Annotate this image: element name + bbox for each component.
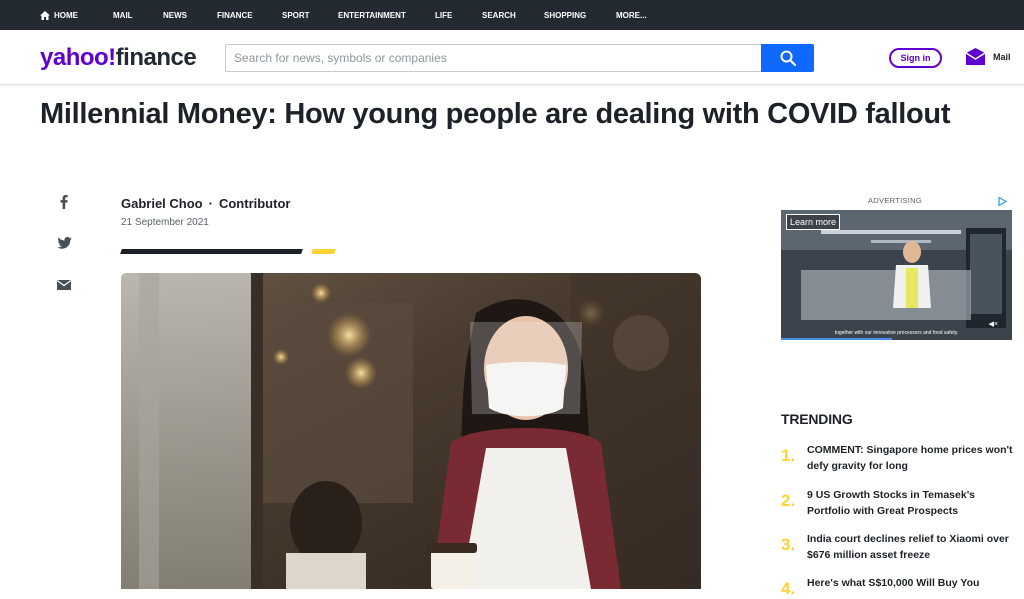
nav-home-label: HOME (54, 10, 78, 20)
trending-rank: 4. (781, 579, 796, 598)
author-role: Contributor (218, 196, 291, 211)
nav-finance[interactable]: FINANCE (217, 11, 282, 20)
logo-yahoo-text: yahoo! (40, 44, 116, 71)
yahoo-finance-logo[interactable]: yahoo!finance (40, 44, 197, 72)
nav-sport[interactable]: SPORT (282, 11, 338, 20)
nav-life[interactable]: LIFE (435, 11, 482, 20)
sign-in-button[interactable]: Sign in (889, 48, 942, 68)
trending-rank: 2. (781, 491, 796, 510)
trending-link[interactable]: COMMENT: Singapore home prices won't def… (807, 442, 1016, 474)
learn-more-button[interactable]: Learn more (786, 214, 841, 230)
nav-mail[interactable]: MAIL (113, 11, 163, 20)
home-icon (40, 10, 50, 20)
trending-link[interactable]: 9 US Growth Stocks in Temasek's Portfoli… (807, 487, 1016, 519)
trending-rank: 3. (781, 535, 796, 554)
search-input[interactable] (225, 44, 763, 72)
article-headline: Millennial Money: How young people are d… (40, 98, 951, 130)
adchoices-icon[interactable] (998, 197, 1007, 206)
mail-label: Mail (993, 51, 1011, 62)
trending-item[interactable]: 2. 9 US Growth Stocks in Temasek's Portf… (781, 487, 1016, 519)
nav-more[interactable]: MORE... (616, 11, 666, 20)
nav-entertainment[interactable]: ENTERTAINMENT (338, 11, 435, 20)
ad-progress-bar (781, 338, 892, 340)
share-facebook-button[interactable] (56, 194, 72, 210)
nav-news[interactable]: NEWS (163, 11, 217, 20)
advertising-label: ADVERTISING (868, 196, 923, 205)
nav-search[interactable]: SEARCH (482, 11, 544, 20)
publish-date: 21 September 2021 (121, 217, 209, 228)
trending-title: TRENDING (781, 411, 853, 427)
mail-link[interactable]: Mail (966, 48, 1011, 65)
byline-divider-accent (311, 249, 336, 254)
ad-caption: together with our innovative processors … (834, 330, 959, 336)
trending-item[interactable]: 1. COMMENT: Singapore home prices won't … (781, 442, 1016, 474)
trending-item[interactable]: 3. India court declines relief to Xiaomi… (781, 531, 1016, 563)
top-navigation: HOME MAIL NEWS FINANCE SPORT ENTERTAINME… (0, 0, 1024, 30)
twitter-icon (57, 237, 72, 249)
search-button[interactable] (761, 44, 814, 72)
trending-link[interactable]: Here's what S$10,000 Will Buy You (807, 575, 1016, 599)
share-email-button[interactable] (56, 277, 72, 293)
article-hero-image (121, 273, 701, 589)
logo-finance-text: finance (115, 44, 197, 71)
nav-shopping[interactable]: SHOPPING (544, 11, 616, 20)
trending-rank: 1. (781, 446, 796, 465)
share-twitter-button[interactable] (56, 235, 72, 251)
nav-home[interactable]: HOME (40, 10, 113, 20)
byline-divider (120, 249, 303, 254)
site-header: yahoo!finance Sign in Mail (0, 30, 1024, 85)
trending-item[interactable]: 4. Here's what S$10,000 Will Buy You (781, 575, 1016, 599)
trending-link[interactable]: India court declines relief to Xiaomi ov… (807, 531, 1016, 563)
byline-separator: · (208, 196, 213, 211)
video-ad[interactable]: Learn more together with our innovative … (781, 210, 1012, 340)
barista-photo (121, 273, 701, 589)
email-icon (57, 280, 71, 290)
byline: Gabriel Choo · Contributor (121, 196, 290, 211)
search-icon (780, 50, 796, 66)
author-name[interactable]: Gabriel Choo (121, 196, 203, 211)
mail-icon (966, 48, 985, 65)
mute-icon[interactable]: ◀× (989, 320, 998, 328)
facebook-icon (60, 195, 68, 209)
